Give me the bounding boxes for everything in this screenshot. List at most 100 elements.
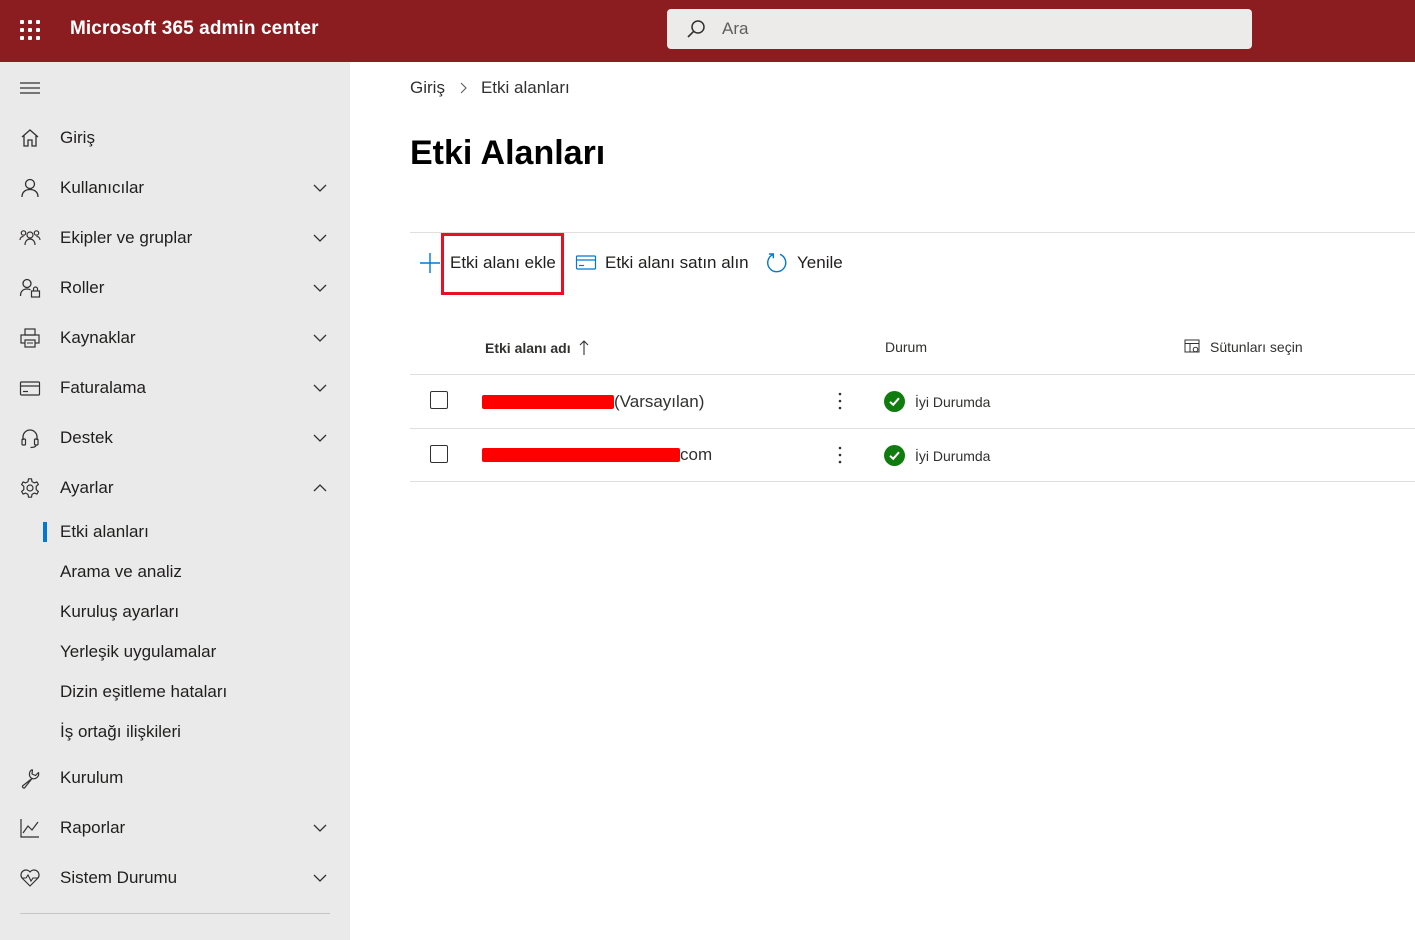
sub-item-org-settings[interactable]: Kuruluş ayarları (0, 594, 350, 630)
redacted-text (482, 448, 680, 462)
hamburger-menu-icon[interactable] (20, 80, 40, 96)
search-icon (687, 20, 705, 38)
nav-label: Kullanıcılar (60, 178, 145, 197)
chevron-down-icon (313, 874, 327, 882)
nav-item-health[interactable]: Sistem Durumu (0, 858, 350, 898)
sub-item-domains[interactable]: Etki alanları (0, 514, 350, 550)
breadcrumb: Giriş Etki alanları (410, 78, 570, 98)
redacted-text (482, 395, 614, 409)
nav-item-setup[interactable]: Kurulum (0, 758, 350, 798)
column-header-label: Etki alanı adı (485, 340, 571, 356)
choose-columns-label: Sütunları seçin (1210, 339, 1303, 355)
sub-item-directory-sync-errors[interactable]: Dizin eşitleme hataları (0, 674, 350, 710)
nav-label: Roller (60, 278, 105, 297)
refresh-label: Yenile (797, 253, 843, 272)
chevron-down-icon (313, 434, 327, 442)
group-icon (19, 230, 41, 246)
sidebar: Giriş Kullanıcılar Ekipler ve gruplar Ro… (0, 62, 350, 940)
sub-item-label: İş ortağı ilişkileri (60, 722, 181, 741)
chevron-right-icon (460, 82, 467, 94)
nav-label: Kaynaklar (60, 328, 136, 347)
nav-item-roles[interactable]: Roller (0, 268, 350, 308)
columns-icon (1184, 339, 1200, 353)
credit-card-icon (575, 255, 597, 270)
chevron-down-icon (313, 284, 327, 292)
printer-icon (20, 328, 40, 348)
nav-label: Giriş (60, 128, 95, 147)
refresh-icon (767, 253, 787, 273)
search-box[interactable] (667, 9, 1252, 49)
buy-domain-label: Etki alanı satın alın (605, 253, 749, 272)
credit-card-icon (19, 381, 41, 396)
sub-item-partner-relationships[interactable]: İş ortağı ilişkileri (0, 714, 350, 750)
chevron-down-icon (313, 384, 327, 392)
nav-label: Ayarlar (60, 478, 114, 497)
domain-suffix: (Varsayılan) (614, 392, 705, 411)
sub-item-label: Arama ve analiz (60, 562, 182, 581)
search-input[interactable] (722, 19, 1202, 39)
heart-icon (20, 869, 40, 887)
chevron-down-icon (313, 234, 327, 242)
sort-ascending-icon (579, 340, 588, 355)
row-checkbox[interactable] (430, 445, 448, 463)
nav-item-billing[interactable]: Faturalama (0, 368, 350, 408)
nav-label: Faturalama (60, 378, 146, 397)
active-indicator (43, 522, 47, 542)
nav-item-users[interactable]: Kullanıcılar (0, 168, 350, 208)
nav-label: Destek (60, 428, 113, 447)
choose-columns-button[interactable]: Sütunları seçin (1184, 339, 1303, 355)
table-row-divider (410, 481, 1415, 482)
sub-item-label: Etki alanları (60, 522, 149, 541)
gear-icon (21, 478, 39, 498)
buy-domain-button[interactable]: Etki alanı satın alın (575, 248, 749, 278)
app-title[interactable]: Microsoft 365 admin center (70, 18, 319, 40)
nav-label: Kurulum (60, 768, 124, 787)
nav-item-resources[interactable]: Kaynaklar (0, 318, 350, 358)
nav-label: Ekipler ve gruplar (60, 228, 193, 247)
headset-icon (21, 429, 39, 449)
nav-label: Raporlar (60, 818, 126, 837)
sub-item-label: Kuruluş ayarları (60, 602, 180, 621)
status-cell: İyi Durumda (884, 391, 990, 412)
status-cell: İyi Durumda (884, 445, 990, 466)
nav-item-home[interactable]: Giriş (0, 118, 350, 158)
page-title: Etki Alanları (410, 134, 606, 172)
add-domain-label: Etki alanı ekle (450, 253, 556, 272)
column-header-domain-name[interactable]: Etki alanı adı (485, 339, 591, 357)
top-bar: Microsoft 365 admin center (0, 0, 1415, 62)
nav-item-support[interactable]: Destek (0, 418, 350, 458)
chevron-down-icon (313, 824, 327, 832)
home-icon (21, 129, 39, 147)
add-domain-button[interactable]: Etki alanı ekle (418, 248, 556, 278)
more-options-icon[interactable] (832, 390, 848, 412)
plus-icon (420, 253, 440, 273)
breadcrumb-current: Etki alanları (480, 78, 570, 97)
domain-name-link[interactable]: com (482, 444, 712, 466)
chevron-down-icon (313, 334, 327, 342)
sub-item-label: Yerleşik uygulamalar (60, 642, 217, 661)
sub-item-search-intelligence[interactable]: Arama ve analiz (0, 554, 350, 590)
checkmark-circle-icon (884, 445, 905, 466)
person-icon (21, 178, 39, 198)
app-launcher-icon[interactable] (20, 20, 40, 40)
column-header-label: Durum (885, 339, 928, 355)
sub-item-integrated-apps[interactable]: Yerleşik uygulamalar (0, 634, 350, 670)
nav-item-reports[interactable]: Raporlar (0, 808, 350, 848)
table-header-divider (410, 374, 1415, 375)
row-checkbox[interactable] (430, 391, 448, 409)
more-options-icon[interactable] (832, 444, 848, 466)
status-text: İyi Durumda (915, 393, 991, 410)
checkmark-circle-icon (884, 391, 905, 412)
domain-name-link[interactable]: (Varsayılan) (482, 391, 704, 413)
refresh-button[interactable]: Yenile (765, 248, 843, 278)
status-text: İyi Durumda (915, 447, 991, 464)
breadcrumb-home-link[interactable]: Giriş (410, 78, 445, 98)
nav-label: Sistem Durumu (60, 868, 178, 887)
wrench-icon (21, 768, 40, 789)
column-header-status[interactable]: Durum (885, 339, 927, 355)
sub-item-label: Dizin eşitleme hataları (60, 682, 228, 701)
role-icon (19, 278, 41, 298)
nav-item-settings[interactable]: Ayarlar (0, 468, 350, 508)
nav-item-teams-groups[interactable]: Ekipler ve gruplar (0, 218, 350, 258)
chevron-up-icon (313, 484, 327, 492)
